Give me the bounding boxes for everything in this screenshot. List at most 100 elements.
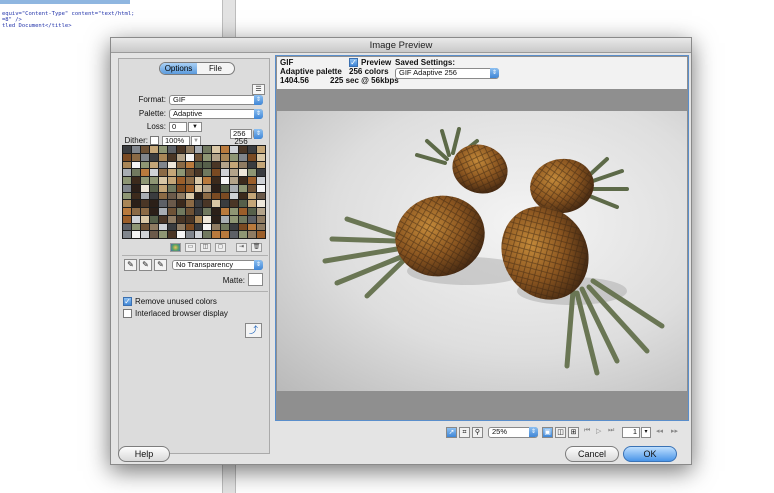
palette-swatch[interactable]	[123, 223, 131, 231]
zoom-icon[interactable]: ⚲	[472, 427, 483, 438]
palette-swatch[interactable]	[248, 223, 257, 231]
palette-swatch[interactable]	[140, 223, 149, 231]
palette-swatch[interactable]	[140, 146, 149, 153]
help-button[interactable]: Help	[118, 446, 170, 462]
palette-swatch[interactable]	[140, 231, 149, 238]
palette-swatch[interactable]	[230, 192, 239, 200]
palette-swatch[interactable]	[176, 215, 185, 223]
palette-swatch[interactable]	[123, 192, 131, 200]
palette-swatch[interactable]	[149, 231, 158, 238]
palette-swatch[interactable]	[203, 231, 212, 238]
palette-swatch[interactable]	[140, 192, 149, 200]
palette-swatch[interactable]	[158, 200, 167, 207]
palette-swatch[interactable]	[257, 231, 265, 238]
palette-swatch[interactable]	[185, 153, 194, 161]
palette-swatch[interactable]	[248, 161, 257, 169]
palette-swatch[interactable]	[230, 215, 239, 223]
palette-swatch[interactable]	[221, 169, 230, 176]
palette-swatch[interactable]	[194, 192, 203, 200]
loss-field[interactable]: 0	[169, 122, 187, 132]
palette-swatch[interactable]	[167, 161, 176, 169]
delete-color-icon[interactable]: ◻	[215, 243, 226, 252]
first-frame-icon[interactable]: ⏮	[584, 427, 590, 435]
pointer-icon[interactable]: ➚	[446, 427, 457, 438]
palette-swatch[interactable]	[194, 153, 203, 161]
palette-swatch[interactable]	[257, 161, 265, 169]
palette-swatch[interactable]	[140, 215, 149, 223]
ok-button[interactable]: OK	[623, 446, 677, 462]
palette-swatch[interactable]	[123, 208, 131, 215]
transparency-select[interactable]: No Transparency ⇕	[172, 260, 263, 270]
palette-swatch[interactable]	[167, 153, 176, 161]
palette-swatch[interactable]	[123, 200, 131, 207]
colors-select[interactable]: ⇕	[253, 129, 263, 139]
eyedropper-icon[interactable]: ✎	[124, 259, 137, 271]
zoom-select[interactable]: 25% ⇕	[488, 427, 538, 438]
palette-swatch[interactable]	[149, 200, 158, 207]
palette-swatch[interactable]	[158, 231, 167, 238]
palette-swatch[interactable]	[248, 177, 257, 184]
palette-swatch[interactable]	[185, 231, 194, 238]
palette-swatch[interactable]	[239, 146, 248, 153]
palette-swatch[interactable]	[140, 169, 149, 176]
format-select[interactable]: GIF ⇕	[169, 95, 263, 105]
palette-swatch[interactable]	[149, 208, 158, 215]
palette-swatch[interactable]	[176, 177, 185, 184]
palette-swatch[interactable]	[203, 169, 212, 176]
tab-file[interactable]: File	[197, 63, 234, 74]
palette-swatch[interactable]	[158, 184, 167, 192]
palette-swatch[interactable]	[239, 231, 248, 238]
lock-color-icon[interactable]: ◫	[200, 243, 211, 252]
palette-swatch[interactable]	[131, 192, 140, 200]
palette-swatch[interactable]	[185, 161, 194, 169]
palette-swatch[interactable]	[149, 223, 158, 231]
single-view-icon[interactable]: ▣	[542, 427, 553, 438]
palette-swatch[interactable]	[176, 169, 185, 176]
palette-swatch[interactable]	[257, 192, 265, 200]
palette-swatch[interactable]	[257, 177, 265, 184]
tab-options[interactable]: Options	[160, 63, 197, 74]
palette-swatch[interactable]	[167, 200, 176, 207]
palette-swatch[interactable]	[230, 231, 239, 238]
palette-swatch[interactable]	[185, 177, 194, 184]
palette-swatch[interactable]	[257, 184, 265, 192]
palette-swatch[interactable]	[131, 231, 140, 238]
palette-swatch[interactable]	[221, 192, 230, 200]
palette-swatch[interactable]	[248, 146, 257, 153]
palette-swatch[interactable]	[203, 146, 212, 153]
play-icon[interactable]: ▷	[596, 427, 601, 435]
palette-swatch[interactable]	[257, 169, 265, 176]
palette-swatch[interactable]	[212, 215, 221, 223]
palette-swatch[interactable]	[131, 153, 140, 161]
palette-swatch[interactable]	[203, 215, 212, 223]
interlaced-checkbox[interactable]	[123, 309, 132, 318]
palette-select[interactable]: Adaptive ⇕	[169, 109, 263, 119]
palette-swatch[interactable]	[158, 192, 167, 200]
preview-image-area[interactable]	[277, 89, 687, 419]
remove-unused-checkbox[interactable]: ✓	[123, 297, 132, 306]
palette-swatch[interactable]	[158, 161, 167, 169]
palette-swatch[interactable]	[194, 169, 203, 176]
palette-swatch[interactable]	[257, 153, 265, 161]
palette-swatch[interactable]	[212, 161, 221, 169]
palette-swatch[interactable]	[239, 223, 248, 231]
palette-swatch[interactable]	[203, 184, 212, 192]
palette-swatch[interactable]	[194, 177, 203, 184]
split-four-icon[interactable]: ⊞	[568, 427, 579, 438]
prev-frame-icon[interactable]: ◂◂	[656, 427, 663, 435]
last-frame-icon[interactable]: ⏭	[608, 427, 614, 435]
palette-swatch[interactable]	[221, 215, 230, 223]
palette-swatch[interactable]	[123, 169, 131, 176]
palette-swatch[interactable]	[158, 169, 167, 176]
palette-swatch[interactable]	[257, 223, 265, 231]
palette-swatch[interactable]	[194, 231, 203, 238]
palette-swatch[interactable]	[194, 200, 203, 207]
palette-swatch[interactable]	[212, 192, 221, 200]
palette-swatch[interactable]	[221, 184, 230, 192]
split-two-icon[interactable]: ◫	[555, 427, 566, 438]
palette-swatch[interactable]	[131, 169, 140, 176]
palette-swatch[interactable]	[212, 184, 221, 192]
palette-swatch[interactable]	[167, 223, 176, 231]
palette-swatch[interactable]	[212, 208, 221, 215]
palette-swatch[interactable]	[203, 223, 212, 231]
